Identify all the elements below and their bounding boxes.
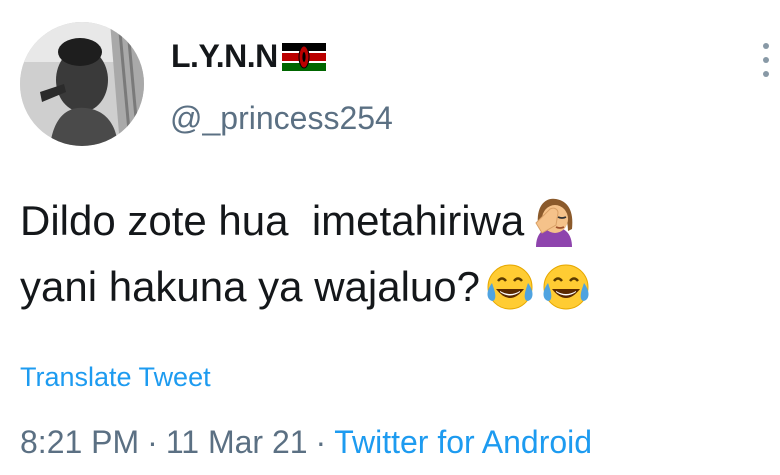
author-display-name-row[interactable]: L.Y.N.N: [171, 38, 326, 75]
author-handle[interactable]: @_princess254: [170, 100, 393, 137]
vertical-ellipsis-icon[interactable]: [758, 38, 774, 82]
tweet-time[interactable]: 8:21 PM: [20, 424, 139, 461]
face-with-tears-of-joy-emoji: [543, 264, 589, 310]
author-display-name[interactable]: L.Y.N.N: [171, 38, 278, 75]
tweet-line-2-text: yani hakuna ya wajaluo?: [20, 263, 480, 310]
woman-facepalming-emoji: [535, 198, 573, 247]
tweet-meta: 8:21 PM · 11 Mar 21 · Twitter for Androi…: [20, 424, 592, 461]
tweet-line-2: yani hakuna ya wajaluo?: [20, 254, 760, 320]
profile-photo: [20, 22, 144, 146]
tweet-source-link[interactable]: Twitter for Android: [334, 424, 592, 461]
translate-tweet-link[interactable]: Translate Tweet: [20, 362, 211, 393]
tweet-date[interactable]: 11 Mar 21: [166, 424, 308, 461]
face-with-tears-of-joy-emoji: [487, 264, 533, 310]
tweet-line-1-text: Dildo zote hua imetahiriwa: [20, 197, 525, 244]
meta-separator: ·: [315, 424, 327, 460]
kenya-flag-icon: [281, 42, 326, 71]
tweet-line-1: Dildo zote hua imetahiriwa: [20, 188, 760, 254]
avatar[interactable]: [20, 22, 144, 146]
tweet-text: Dildo zote hua imetahiriwa yani hakuna y…: [20, 188, 760, 320]
meta-separator: ·: [147, 424, 158, 460]
